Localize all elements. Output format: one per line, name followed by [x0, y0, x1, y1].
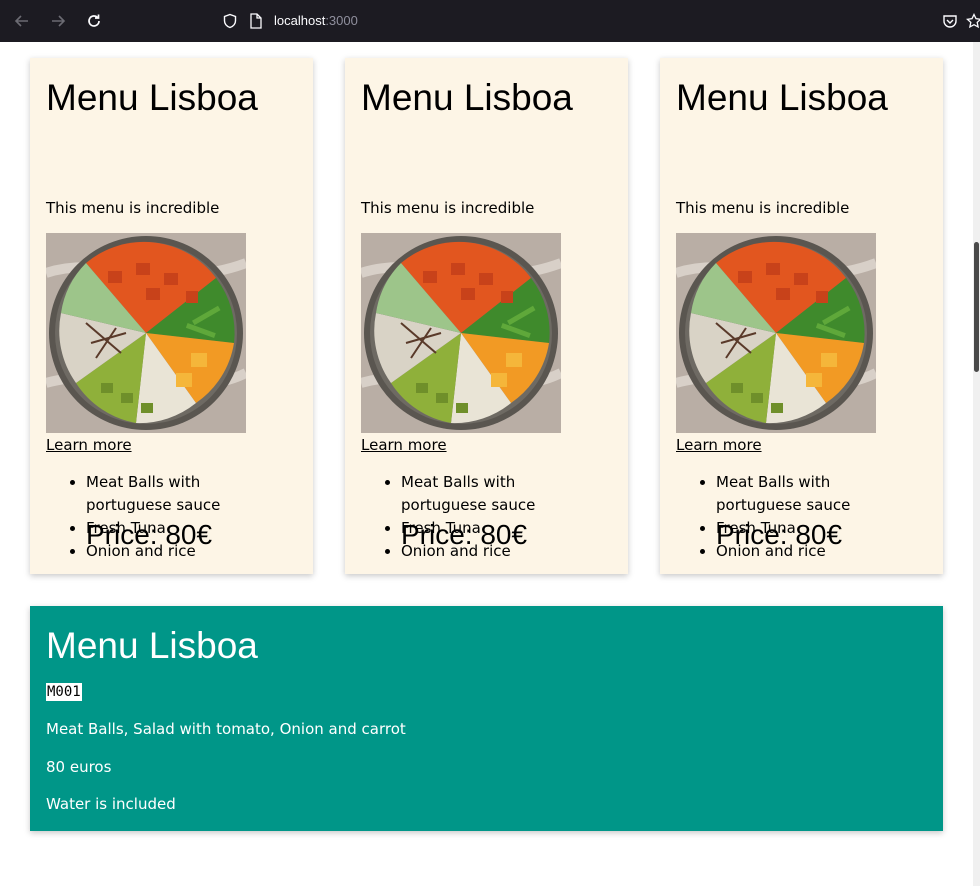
address-bar[interactable]: localhost:3000: [274, 13, 358, 28]
card-price: Price: 80€: [716, 519, 843, 550]
card-title: Menu Lisboa: [361, 77, 573, 118]
page-icon: [244, 9, 268, 33]
poke-bowl-image: [361, 233, 561, 433]
card-price: Price: 80€: [401, 519, 528, 550]
card-description: This menu is incredible: [676, 199, 850, 217]
menu-detail-panel: Menu Lisboa M001 Meat Balls, Salad with …: [30, 606, 943, 831]
card-description: This menu is incredible: [361, 199, 535, 217]
shield-icon[interactable]: [218, 9, 242, 33]
detail-price: 80 euros: [46, 758, 112, 776]
page-scrollbar[interactable]: [973, 42, 980, 886]
menu-card: Menu Lisboa This menu is incredible Lear…: [660, 58, 943, 574]
list-item: Meat Balls with portuguese sauce: [86, 471, 286, 517]
detail-note: Water is included: [46, 795, 176, 813]
card-title: Menu Lisboa: [46, 77, 258, 118]
card-price: Price: 80€: [86, 519, 213, 550]
list-item: Meat Balls with portuguese sauce: [401, 471, 601, 517]
list-item: Meat Balls with portuguese sauce: [716, 471, 916, 517]
back-arrow-icon[interactable]: [10, 9, 34, 33]
poke-bowl-image: [676, 233, 876, 433]
menu-card: Menu Lisboa This menu is incredible Lear…: [30, 58, 313, 574]
learn-more-link[interactable]: Learn more: [361, 436, 447, 454]
poke-bowl-image: [46, 233, 246, 433]
scrollbar-thumb[interactable]: [974, 242, 979, 372]
detail-ingredients: Meat Balls, Salad with tomato, Onion and…: [46, 720, 406, 738]
menu-code: M001: [46, 683, 82, 701]
bookmark-star-icon[interactable]: [962, 9, 980, 33]
url-host: localhost: [274, 13, 326, 28]
learn-more-link[interactable]: Learn more: [676, 436, 762, 454]
learn-more-link[interactable]: Learn more: [46, 436, 132, 454]
card-title: Menu Lisboa: [676, 77, 888, 118]
card-description: This menu is incredible: [46, 199, 220, 217]
menu-card: Menu Lisboa This menu is incredible Lear…: [345, 58, 628, 574]
url-port: :3000: [325, 13, 358, 28]
forward-arrow-icon[interactable]: [46, 9, 70, 33]
pocket-icon[interactable]: [938, 9, 962, 33]
browser-toolbar: localhost:3000: [0, 0, 980, 42]
detail-title: Menu Lisboa: [46, 625, 258, 666]
reload-icon[interactable]: [82, 9, 106, 33]
